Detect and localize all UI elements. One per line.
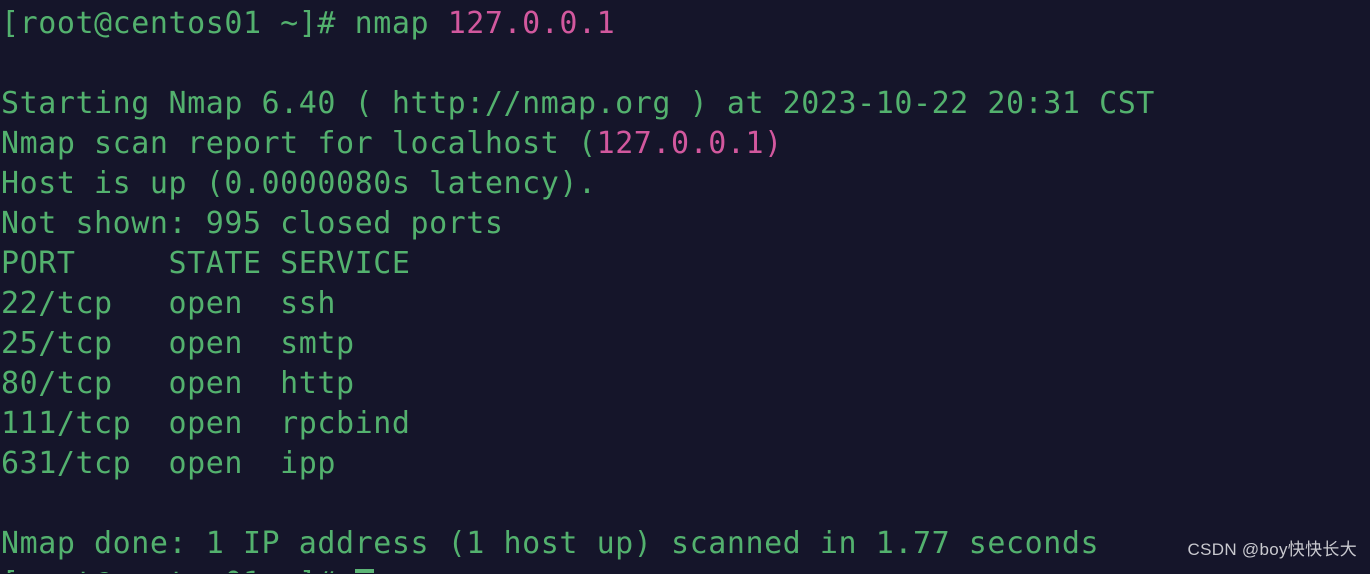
output-text: Host is up (0.0000080s latency). [1,166,597,201]
output-line-done: Nmap done: 1 IP address (1 host up) scan… [1,524,1370,564]
output-text: 25/tcp open smtp [1,326,355,361]
output-text: Nmap done: 1 IP address (1 host up) scan… [1,526,1100,561]
command-line: [root@centos01 ~]# nmap 127.0.0.1 [1,4,1370,44]
output-text: 80/tcp open http [1,366,355,401]
terminal-window[interactable]: [root@centos01 ~]# nmap 127.0.0.1 Starti… [0,0,1370,574]
output-text: 111/tcp open rpcbind [1,406,411,441]
port-table-row: 80/tcp open http [1,364,1370,404]
port-table-row: 111/tcp open rpcbind [1,404,1370,444]
shell-prompt: [root@centos01 ~]# [1,6,355,41]
output-text: PORT STATE SERVICE [1,246,411,281]
output-text: 631/tcp open ipp [1,446,337,481]
terminal-screen: [root@centos01 ~]# nmap 127.0.0.1 Starti… [0,0,1370,573]
next-prompt-line[interactable]: [root@centos01 ~]# [1,564,1370,573]
output-line-scan-report: Nmap scan report for localhost (127.0.0.… [1,124,1370,164]
port-table-header: PORT STATE SERVICE [1,244,1370,284]
output-text: Not shown: 995 closed ports [1,206,504,241]
command-name: nmap [354,6,448,41]
target-ip: 127.0.0.1) [596,126,783,161]
output-text: Starting Nmap 6.40 ( http://nmap.org ) a… [1,86,1155,121]
output-text: 22/tcp open ssh [1,286,337,321]
command-argument: 127.0.0.1 [447,6,616,41]
port-table-row: 25/tcp open smtp [1,324,1370,364]
csdn-watermark: CSDN @boy快快长大 [1187,540,1357,559]
output-line-host-up: Host is up (0.0000080s latency). [1,164,1370,204]
output-line-starting: Starting Nmap 6.40 ( http://nmap.org ) a… [1,84,1370,124]
port-table-row: 631/tcp open ipp [1,444,1370,484]
shell-prompt: [root@centos01 ~]# [1,566,355,573]
port-table-row: 22/tcp open ssh [1,284,1370,324]
output-text: Nmap scan report for localhost ( [1,126,597,161]
output-line-not-shown: Not shown: 995 closed ports [1,204,1370,244]
text-cursor [354,569,374,573]
